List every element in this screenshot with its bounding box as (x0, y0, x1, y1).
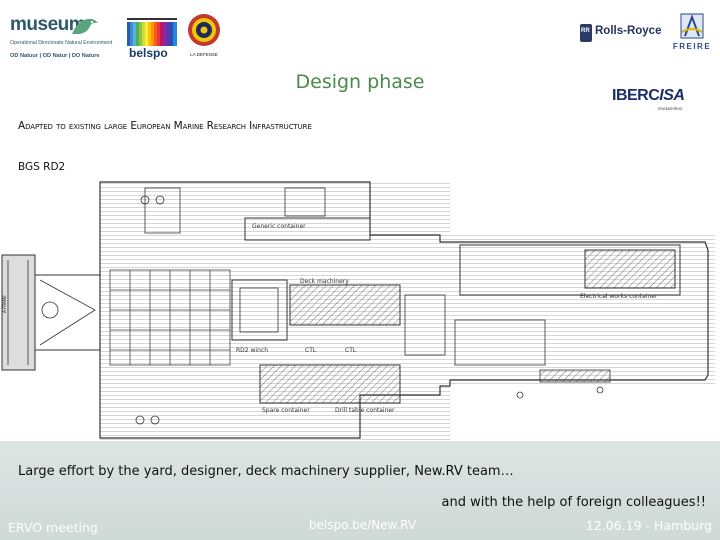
effort-caption: Large effort by the yard, designer, deck… (18, 464, 514, 479)
seal-icon (188, 14, 220, 46)
bird-icon (72, 18, 98, 34)
container-top-label: Generic container (252, 223, 306, 230)
footer-event: ERVO meeting (8, 520, 98, 535)
freire-wordmark: FREIRE (672, 42, 712, 51)
stern-a-frame: A-FRAME (1, 254, 101, 371)
ctl-label-b: CTL (345, 347, 357, 354)
electrical-container (584, 249, 676, 289)
deck-machinery-label: Deck machinery (300, 278, 349, 285)
seal-caption: LA DEFENSE (190, 52, 218, 57)
freire-emblem-icon (680, 13, 704, 39)
deck-layout-drawing: A-FRAME Generic container Deck machinery… (1, 181, 715, 440)
iberisa-logo: IBERCISA ENGINEERING (612, 87, 708, 119)
museum-subline-2: OD Natuur | OD Natur | DO Nature (10, 53, 100, 59)
ctl-label-a: CTL (305, 347, 317, 354)
drill-table-container (259, 364, 401, 404)
iberisa-wordmark: IBERCISA (612, 87, 685, 105)
iberisa-wordmark-b: ISA (659, 87, 685, 104)
belspo-wordmark: belspo (129, 46, 168, 60)
footer-date-place: 12.06.19 - Hamburg (585, 518, 712, 533)
belspo-stripes-icon (127, 18, 177, 46)
drill-table-label: Drill table container (335, 407, 395, 414)
rolls-royce-logo: Rolls-Royce (580, 22, 662, 44)
spare-container-label: Spare container (262, 407, 310, 414)
iberisa-wordmark-a: IBERC (612, 87, 660, 104)
freire-logo: FREIRE (667, 12, 717, 62)
a-frame-label: A-FRAME (2, 295, 7, 313)
section-subtitle: Adapted to existing large European Marin… (18, 120, 312, 132)
museum-subline: Operational Directorate Natural Environm… (10, 40, 113, 46)
electrical-container-label: Electrical works container (580, 293, 658, 300)
defence-seal-logo: LA DEFENSE (186, 12, 222, 60)
footer-url[interactable]: belspo.be/New.RV (309, 518, 416, 532)
rolls-royce-wordmark: Rolls-Royce (595, 25, 662, 37)
winch-label: RD2 winch (236, 347, 268, 354)
deck-machinery-container (289, 284, 401, 326)
museum-logo: museum Operational Directorate Natural E… (10, 14, 122, 60)
drawing-label: BGS RD2 (18, 161, 66, 173)
starboard-container (539, 369, 611, 383)
iberisa-tagline: ENGINEERING (658, 107, 683, 111)
belspo-logo: belspo (127, 12, 177, 60)
rr-badge-icon (580, 24, 592, 42)
help-caption: and with the help of foreign colleagues!… (441, 495, 706, 510)
logo-bar: museum Operational Directorate Natural E… (0, 0, 720, 66)
